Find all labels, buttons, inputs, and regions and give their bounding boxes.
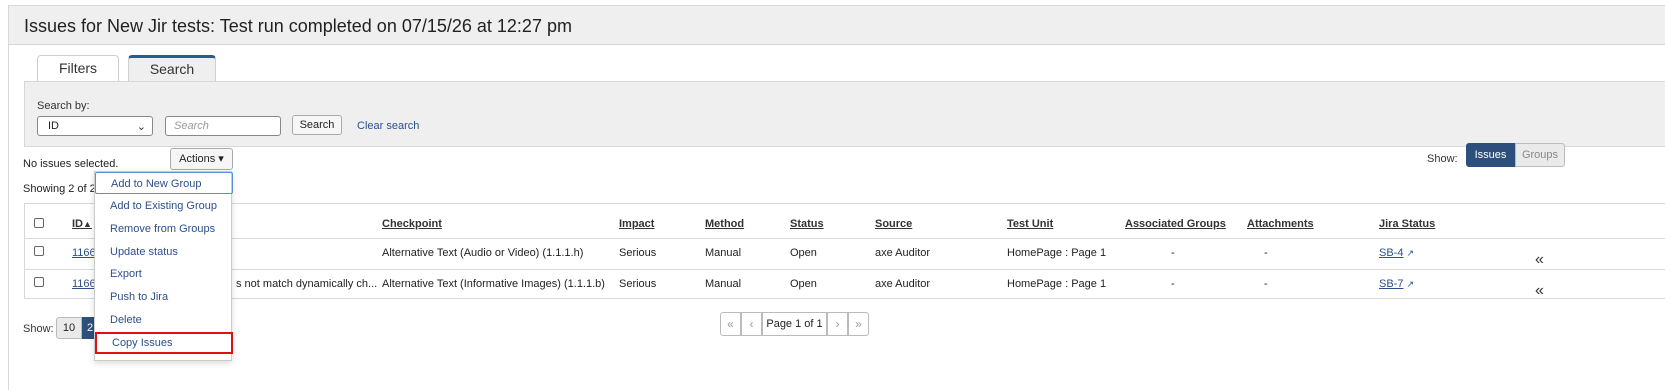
header-id-label: ID — [72, 218, 83, 230]
header-impact[interactable]: Impact — [619, 218, 654, 230]
showing-count: Showing 2 of 2 — [23, 183, 96, 195]
select-all-checkbox[interactable] — [34, 218, 44, 228]
jira-link[interactable]: SB-7 — [1379, 278, 1403, 290]
external-link-icon[interactable]: ↗ — [1406, 279, 1414, 289]
test-unit-cell: HomePage : Page 1 — [1007, 247, 1107, 259]
source-cell: axe Auditor — [875, 278, 931, 290]
chevron-down-icon: ⌄ — [136, 121, 146, 133]
clear-search-link[interactable]: Clear search — [357, 120, 419, 132]
attachments-cell: - — [1264, 278, 1268, 290]
last-page-button[interactable]: » — [848, 312, 869, 336]
search-button[interactable]: Search — [292, 115, 342, 135]
header-source[interactable]: Source — [875, 218, 912, 230]
jira-status-cell: SB-4 ↗ — [1379, 247, 1414, 259]
header-id[interactable]: ID▲ — [72, 218, 92, 230]
row-checkbox[interactable] — [34, 277, 44, 287]
header-method[interactable]: Method — [705, 218, 744, 230]
checkpoint-cell: Alternative Text (Audio or Video) (1.1.1… — [382, 247, 584, 259]
header-attachments[interactable]: Attachments — [1247, 218, 1314, 230]
groups-cell: - — [1171, 278, 1175, 290]
view-toggle-label: Show: — [1427, 153, 1458, 165]
view-issues-button[interactable]: Issues — [1466, 143, 1515, 167]
first-page-button[interactable]: « — [720, 312, 741, 336]
page-size-10[interactable]: 10 — [56, 317, 82, 339]
view-groups-button[interactable]: Groups — [1515, 143, 1565, 167]
menu-item-add-to-existing-group[interactable]: Add to Existing Group — [95, 195, 233, 217]
page-title: Issues for New Jir tests: Test run compl… — [24, 16, 572, 36]
attachments-cell: - — [1264, 247, 1268, 259]
row-checkbox[interactable] — [34, 246, 44, 256]
row-divider — [25, 238, 1665, 239]
selection-status: No issues selected. — [23, 158, 119, 170]
menu-item-push-to-jira[interactable]: Push to Jira — [95, 286, 233, 308]
issue-id-link[interactable]: 1166 — [72, 247, 96, 259]
status-cell: Open — [790, 278, 817, 290]
collapse-row-icon[interactable]: « — [1535, 282, 1544, 300]
tab-search[interactable]: Search — [128, 55, 216, 81]
prev-page-button[interactable]: ‹ — [741, 312, 762, 336]
header-associated-groups[interactable]: Associated Groups — [1125, 218, 1226, 230]
search-by-label: Search by: — [37, 100, 90, 112]
tab-filters[interactable]: Filters — [37, 55, 119, 81]
menu-item-delete[interactable]: Delete — [95, 309, 233, 331]
actions-button[interactable]: Actions ▾ — [170, 148, 233, 170]
external-link-icon[interactable]: ↗ — [1406, 248, 1414, 258]
page-header: Issues for New Jir tests: Test run compl… — [9, 5, 1665, 45]
issues-table: ID▲ Checkpoint Impact Method Status Sour… — [24, 203, 1665, 299]
impact-cell: Serious — [619, 278, 657, 290]
jira-status-cell: SB-7 ↗ — [1379, 278, 1414, 290]
jira-link[interactable]: SB-4 — [1379, 247, 1403, 259]
issue-summary: s not match dynamically ch... — [236, 278, 378, 290]
search-field-value: ID — [48, 120, 59, 132]
search-field-select[interactable]: ID ⌄ — [37, 116, 153, 136]
collapse-row-icon[interactable]: « — [1535, 251, 1544, 269]
header-test-unit[interactable]: Test Unit — [1007, 218, 1053, 230]
menu-item-export[interactable]: Export — [95, 263, 233, 285]
next-page-button[interactable]: › — [827, 312, 848, 336]
menu-item-update-status[interactable]: Update status — [95, 241, 233, 263]
search-input[interactable]: Search — [165, 116, 281, 136]
impact-cell: Serious — [619, 247, 657, 259]
menu-item-add-to-new-group[interactable]: Add to New Group — [95, 172, 233, 194]
sort-asc-icon: ▲ — [83, 219, 92, 229]
status-cell: Open — [790, 247, 817, 259]
method-cell: Manual — [705, 247, 742, 259]
method-cell: Manual — [705, 278, 742, 290]
issues-page: Issues for New Jir tests: Test run compl… — [8, 5, 1665, 390]
test-unit-cell: HomePage : Page 1 — [1007, 278, 1107, 290]
header-jira-status[interactable]: Jira Status — [1379, 218, 1435, 230]
header-status[interactable]: Status — [790, 218, 824, 230]
menu-item-copy-issues[interactable]: Copy Issues — [95, 332, 233, 354]
menu-item-remove-from-groups[interactable]: Remove from Groups — [95, 218, 233, 240]
search-panel: Search by: ID ⌄ Search Search Clear sear… — [24, 81, 1665, 147]
row-divider — [25, 269, 1665, 270]
page-size-label: Show: — [23, 323, 54, 335]
groups-cell: - — [1171, 247, 1175, 259]
source-cell: axe Auditor — [875, 247, 931, 259]
header-checkpoint[interactable]: Checkpoint — [382, 218, 442, 230]
actions-menu: Add to New Group Add to Existing Group R… — [94, 171, 233, 361]
issue-id-link[interactable]: 1166 — [72, 278, 96, 290]
checkpoint-cell: Alternative Text (Informative Images) (1… — [382, 278, 605, 290]
page-indicator: Page 1 of 1 — [762, 312, 827, 336]
